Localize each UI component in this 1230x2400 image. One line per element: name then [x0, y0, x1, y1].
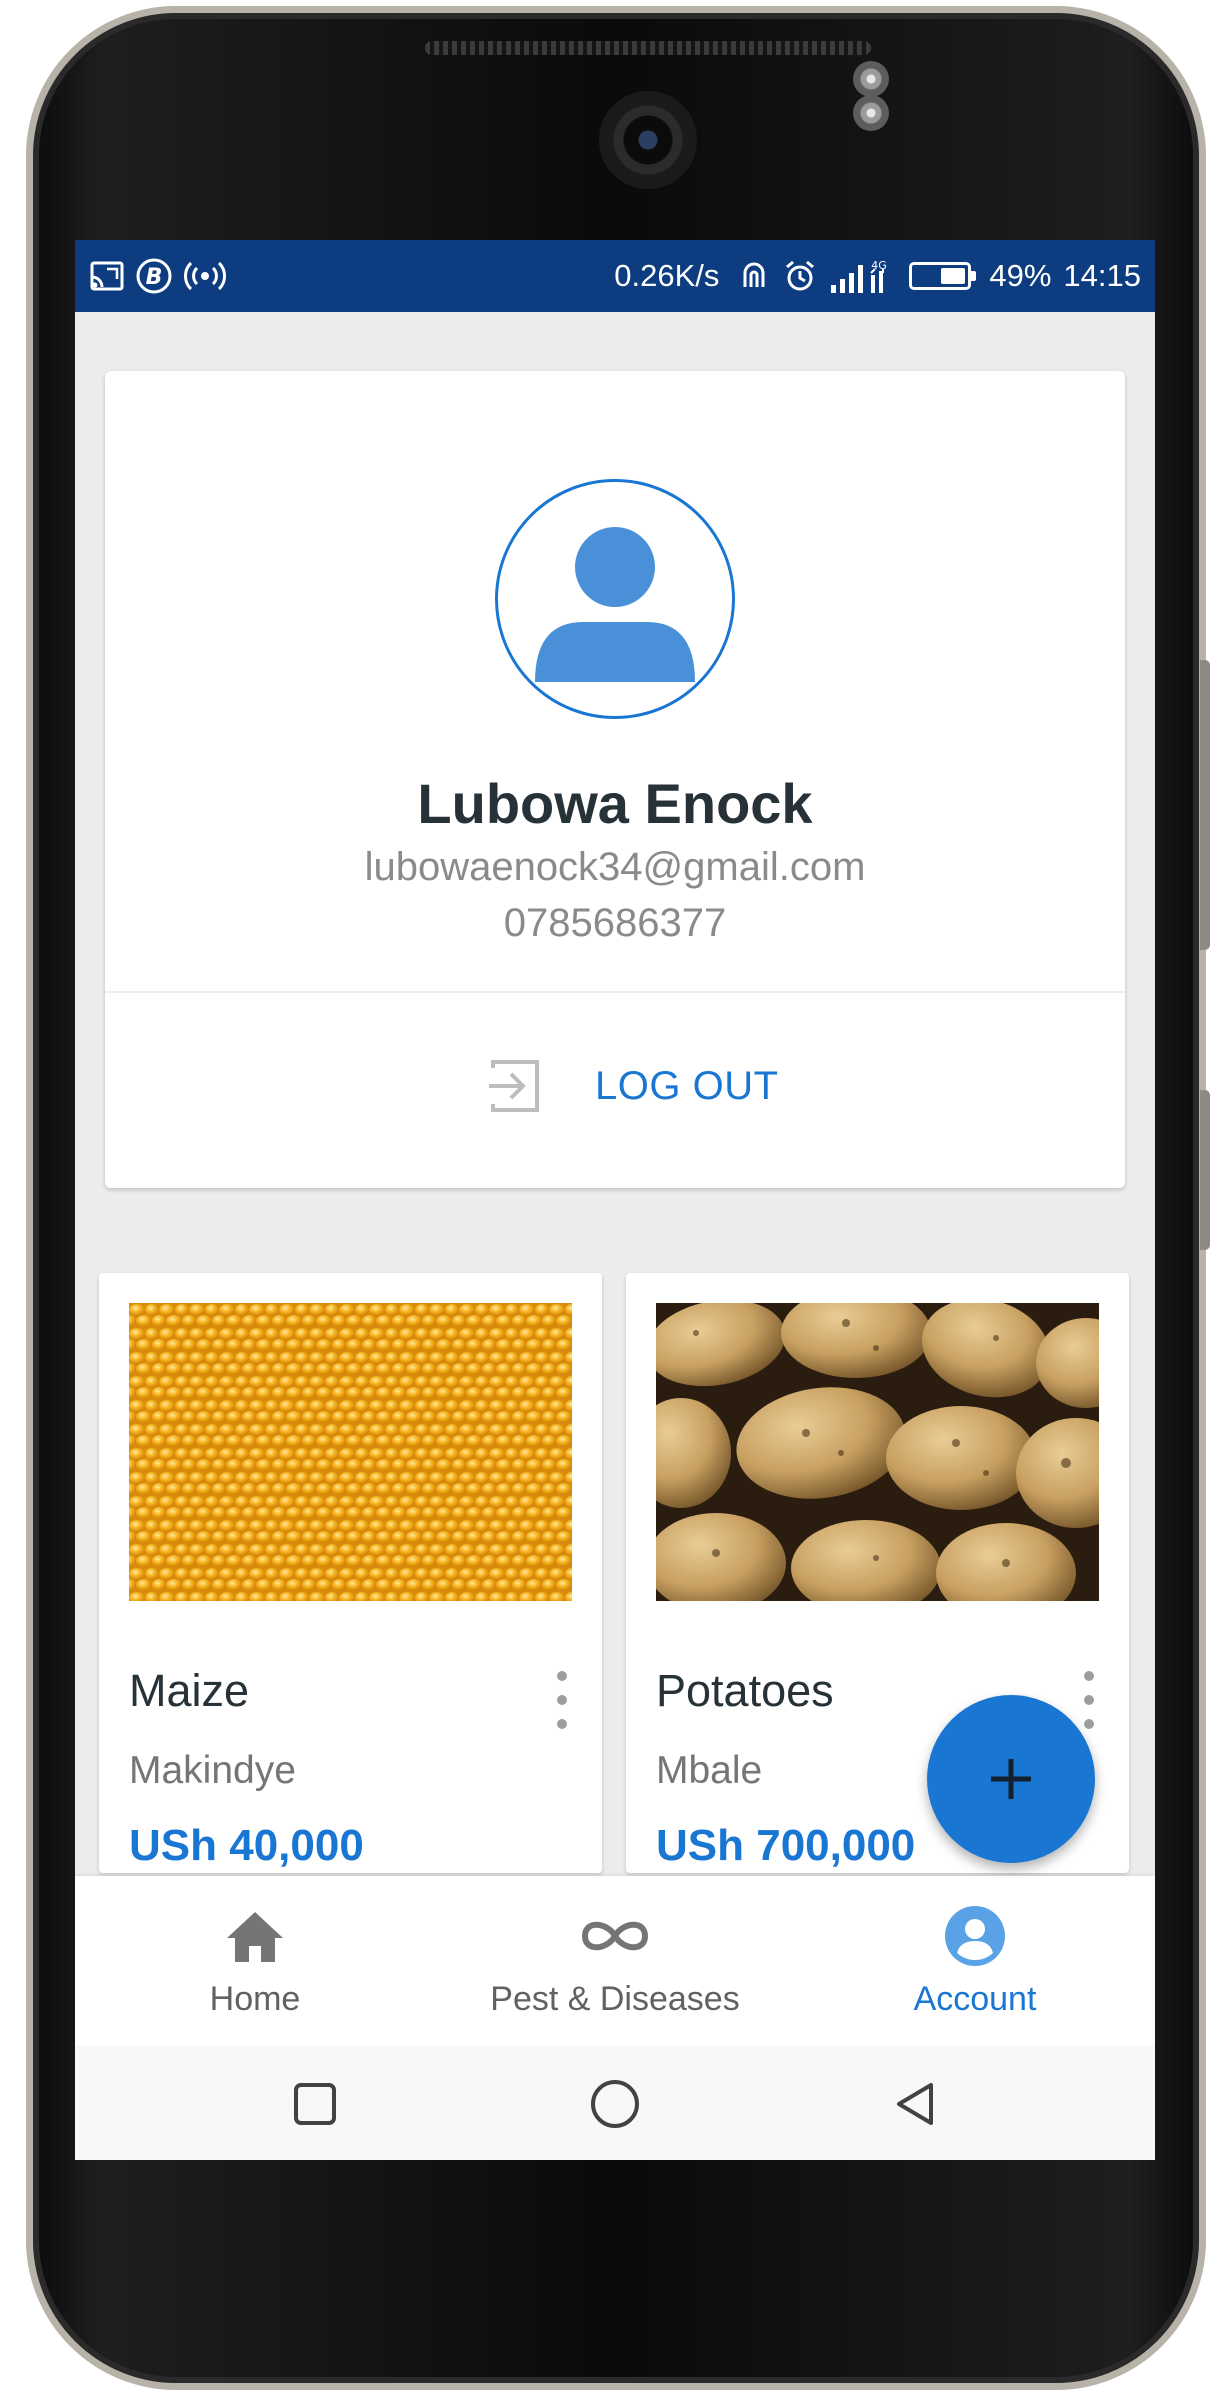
- hotspot-icon: [183, 259, 227, 293]
- product-image-maize: [129, 1303, 572, 1601]
- home-system-button[interactable]: [587, 2076, 643, 2132]
- svg-text:B: B: [146, 265, 163, 290]
- product-price: USh 700,000: [656, 1821, 916, 1870]
- back-button[interactable]: [887, 2076, 943, 2132]
- logout-button[interactable]: LOG OUT: [485, 1051, 779, 1121]
- product-name: Maize: [129, 1665, 250, 1716]
- volume-button: [1200, 660, 1210, 950]
- user-phone: 0785686377: [503, 901, 727, 945]
- more-options-button[interactable]: [1079, 1671, 1099, 1729]
- app-screen: B 0.26K/s 4G 49% 14:15 Lubowa Enock lubo…: [75, 240, 1155, 2160]
- battery-percent: 49%: [989, 258, 1052, 293]
- product-location: Mbale: [656, 1749, 763, 1792]
- product-name: Potatoes: [656, 1665, 834, 1716]
- network-speed: 0.26K/s: [614, 258, 720, 293]
- nfc-icon: [737, 259, 771, 293]
- plus-icon: [991, 1759, 1031, 1799]
- front-camera: [599, 91, 697, 189]
- clock: 14:15: [1063, 258, 1141, 293]
- nav-home-label: Home: [209, 1980, 301, 2018]
- user-name: Lubowa Enock: [417, 772, 813, 835]
- more-options-button[interactable]: [552, 1671, 572, 1729]
- product-location: Makindye: [129, 1749, 296, 1792]
- nav-pest-diseases-label: Pest & Diseases: [490, 1980, 740, 2018]
- power-button: [1200, 1090, 1210, 1250]
- product-image-potatoes: [656, 1303, 1099, 1601]
- nav-account-label: Account: [913, 1980, 1037, 2018]
- screencast-icon: [89, 259, 125, 293]
- account-circle-icon: [944, 1904, 1006, 1968]
- back-triangle-icon: [897, 2083, 933, 2125]
- b-app-icon: B: [135, 257, 173, 295]
- product-price: USh 40,000: [129, 1821, 364, 1870]
- battery-level-fill: [940, 268, 966, 284]
- infinity-icon: [577, 1904, 653, 1968]
- nav-pest-diseases[interactable]: Pest & Diseases: [435, 1876, 795, 2046]
- proximity-sensor: [853, 61, 889, 97]
- nav-account[interactable]: Account: [795, 1876, 1155, 2046]
- profile-card: Lubowa Enock lubowaenock34@gmail.com 078…: [105, 371, 1125, 1188]
- system-navigation-bar: [75, 2046, 1155, 2160]
- earpiece-speaker: [425, 41, 871, 55]
- circle-icon: [591, 2080, 639, 2128]
- avatar: [495, 479, 735, 719]
- recents-button[interactable]: [287, 2076, 343, 2132]
- logout-icon: [489, 1060, 539, 1112]
- signal-icon: 4G: [829, 257, 891, 295]
- home-icon: [223, 1904, 287, 1968]
- square-icon: [294, 2083, 336, 2125]
- light-sensor: [853, 95, 889, 131]
- bottom-navigation: Home Pest & Diseases Account: [75, 1876, 1155, 2046]
- person-icon: [535, 527, 695, 682]
- alarm-icon: [783, 259, 817, 293]
- user-email: lubowaenock34@gmail.com: [364, 845, 866, 889]
- logout-label: LOG OUT: [595, 1063, 779, 1108]
- battery-icon: [909, 262, 977, 290]
- card-divider: [105, 991, 1125, 993]
- product-card-maize[interactable]: Maize Makindye USh 40,000: [99, 1273, 602, 1873]
- add-product-fab[interactable]: [927, 1695, 1095, 1863]
- status-bar: B 0.26K/s 4G 49% 14:15: [75, 240, 1155, 312]
- nav-home[interactable]: Home: [75, 1876, 435, 2046]
